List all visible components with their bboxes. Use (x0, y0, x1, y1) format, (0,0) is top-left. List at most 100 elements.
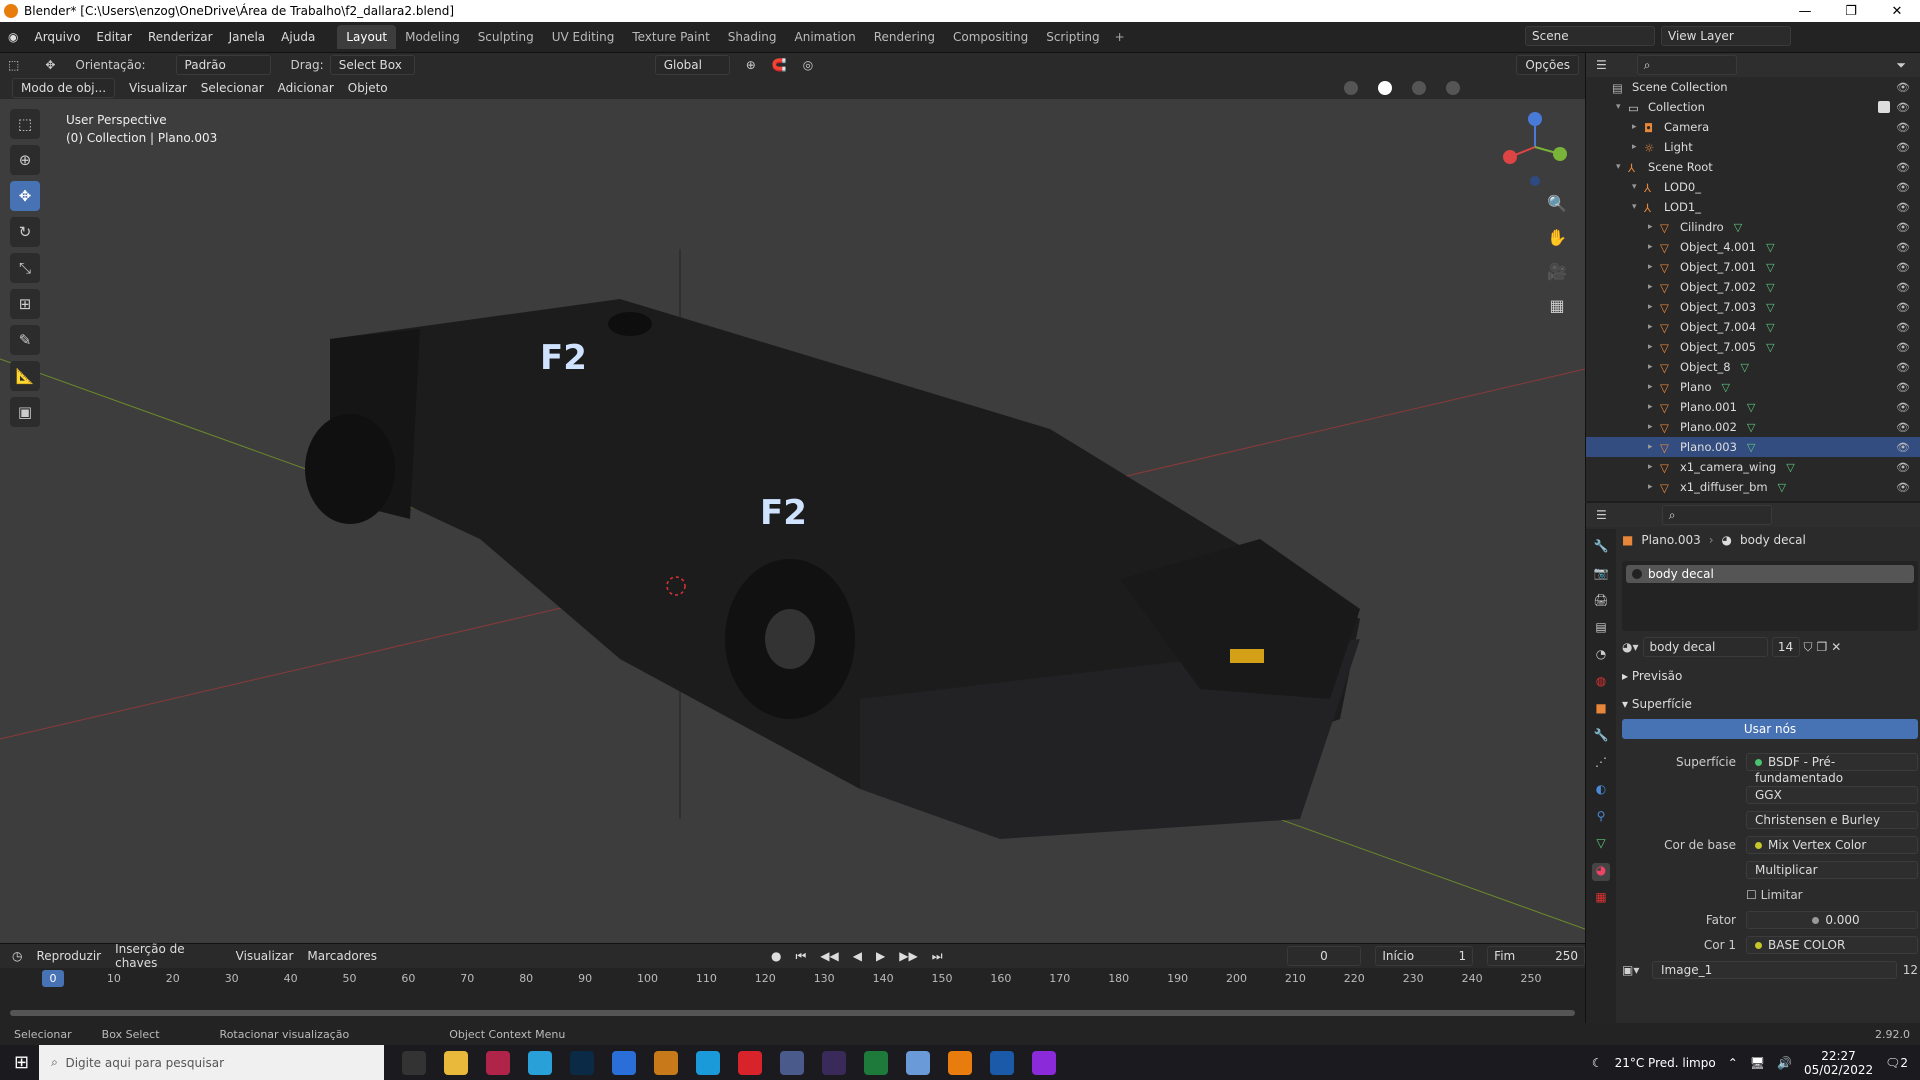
outliner-row[interactable]: ▸ ▽ Object_4.001 ▽ 👁 (1586, 237, 1920, 257)
workspace-tab[interactable]: Compositing (944, 25, 1037, 49)
outliner-row[interactable]: ▸ ▽ Object_7.003 ▽ 👁 (1586, 297, 1920, 317)
pan-hand-icon[interactable]: ✋ (1545, 228, 1569, 252)
expand-toggle-icon[interactable]: ▸ (1648, 382, 1660, 392)
expand-toggle-icon[interactable]: ▸ (1648, 402, 1660, 412)
excel-icon[interactable] (864, 1050, 889, 1075)
expand-toggle-icon[interactable]: ▸ (1648, 482, 1660, 492)
modifier-tab-icon[interactable]: 🔧 (1592, 728, 1610, 746)
add-workspace-icon[interactable]: + (1115, 30, 1125, 44)
visibility-eye-icon[interactable]: 👁 (1896, 141, 1910, 154)
blender-menu-icon[interactable]: ◉ (8, 30, 18, 44)
image-browse-icon[interactable]: ▣▾ (1622, 963, 1652, 977)
grid-view-icon[interactable]: ▦ (1545, 296, 1569, 320)
game-app-icon[interactable] (654, 1050, 679, 1075)
timeline-ruler[interactable]: 0 10 20 30 40 50 60 70 80 90 100 110 120 130 140 150 16… (0, 968, 1585, 990)
outliner-row[interactable]: ▸ ▽ Object_8 ▽ 👁 (1586, 357, 1920, 377)
outliner-row[interactable]: ▸ ▽ x1_camera_wing ▽ 👁 (1586, 457, 1920, 477)
outliner-search-input[interactable]: ⌕ (1636, 55, 1737, 75)
visibility-eye-icon[interactable]: 👁 (1896, 201, 1910, 214)
visibility-eye-icon[interactable]: 👁 (1896, 281, 1910, 294)
material-slot[interactable]: body decal (1626, 565, 1914, 583)
visibility-eye-icon[interactable]: 👁 (1896, 321, 1910, 334)
start-frame-field[interactable]: Início 1 (1375, 946, 1474, 966)
texture-tab-icon[interactable]: ▦ (1592, 890, 1610, 908)
properties-type-icon[interactable]: ☰ (1596, 508, 1607, 522)
end-frame-field[interactable]: Fim 250 (1487, 946, 1586, 966)
mesh-data-icon[interactable]: ▽ (1766, 241, 1774, 254)
workspace-tab[interactable]: Layout (337, 25, 397, 49)
world-tab-icon[interactable]: ◍ (1592, 674, 1610, 692)
visibility-eye-icon[interactable]: 👁 (1896, 241, 1910, 254)
outliner-row[interactable]: ▸ ▽ Plano ▽ 👁 (1586, 377, 1920, 397)
photoshop-icon[interactable] (570, 1050, 595, 1075)
3d-viewport[interactable]: F2 F2 User Perspective (0) Collection | … (0, 99, 1585, 943)
workspace-tab[interactable]: Sculpting (469, 25, 543, 49)
expand-toggle-icon[interactable]: ▸ (1648, 322, 1660, 332)
blend-mode-dropdown[interactable]: Multiplicar (1746, 861, 1918, 879)
menu-marcadores[interactable]: Marcadores (307, 949, 377, 963)
close-icon[interactable]: ✕ (1874, 4, 1920, 19)
menu-item[interactable]: Arquivo (26, 30, 88, 44)
move-tool-icon[interactable]: ✥ (45, 58, 55, 72)
expand-toggle-icon[interactable]: ▸ (1648, 462, 1660, 472)
particles-tab-icon[interactable]: ⋰ (1592, 755, 1610, 773)
add-cube-tool-icon[interactable]: ▣ (10, 397, 40, 427)
outliner-row[interactable]: ▸ ☼ Light 👁 (1586, 137, 1920, 157)
expand-toggle-icon[interactable]: ▾ (1632, 182, 1644, 192)
outliner-row[interactable]: ▾ ⅄ LOD0_ 👁 (1586, 177, 1920, 197)
mesh-data-icon[interactable]: ▽ (1734, 221, 1742, 234)
visibility-eye-icon[interactable]: 👁 (1896, 81, 1910, 94)
menu-adicionar[interactable]: Adicionar (278, 81, 334, 95)
task-view-icon[interactable] (402, 1050, 427, 1075)
opera-icon[interactable] (738, 1050, 763, 1075)
menu-item[interactable]: Janela (221, 30, 274, 44)
mesh-data-icon[interactable]: ▽ (1741, 361, 1749, 374)
data-tab-icon[interactable]: ▽ (1592, 836, 1610, 854)
workspace-tab[interactable]: Animation (786, 25, 865, 49)
subsurface-method-dropdown[interactable]: Christensen e Burley (1746, 811, 1918, 829)
menu-item[interactable]: Renderizar (140, 30, 221, 44)
filter-icon[interactable]: ⏷ (1896, 58, 1906, 73)
menu-selecionar[interactable]: Selecionar (201, 81, 264, 95)
options-dropdown[interactable]: Opções (1516, 55, 1579, 75)
expand-toggle-icon[interactable]: ▾ (1616, 102, 1628, 112)
zoom-icon[interactable]: 🔍 (1545, 194, 1569, 218)
drag-dropdown[interactable]: Select Box (329, 55, 415, 75)
workspace-tab[interactable]: Scripting (1037, 25, 1108, 49)
orientation-dropdown[interactable]: Padrão (175, 55, 271, 75)
outliner-row[interactable]: ▾ ⅄ Scene Root 👁 (1586, 157, 1920, 177)
expand-toggle-icon[interactable]: ▸ (1648, 242, 1660, 252)
physics-tab-icon[interactable]: ◐ (1592, 782, 1610, 800)
expand-toggle-icon[interactable]: ▸ (1648, 282, 1660, 292)
vegas-icon[interactable] (990, 1050, 1015, 1075)
scale-tool-icon[interactable]: ⤡ (10, 253, 40, 283)
visibility-eye-icon[interactable]: 👁 (1896, 181, 1910, 194)
mesh-data-icon[interactable]: ▽ (1786, 461, 1794, 474)
camera-view-icon[interactable]: 🎥 (1545, 262, 1569, 286)
transform-tool-icon[interactable]: ⊞ (10, 289, 40, 319)
weather-icon[interactable]: ☾ (1592, 1056, 1603, 1070)
outliner-row[interactable]: ▸ ▽ Object_7.005 ▽ 👁 (1586, 337, 1920, 357)
surface-panel-header[interactable]: ▾ Superfície (1622, 695, 1918, 713)
cursor-tool-icon[interactable]: ⊕ (10, 145, 40, 175)
menu-objeto[interactable]: Objeto (348, 81, 388, 95)
view-layer-field[interactable]: View Layer (1661, 26, 1791, 46)
record-icon[interactable]: ● (771, 949, 781, 963)
render-tab-icon[interactable]: 📷 (1592, 566, 1610, 584)
visibility-eye-icon[interactable]: 👁 (1896, 261, 1910, 274)
outliner-row[interactable]: ▸ ▽ Plano.001 ▽ 👁 (1586, 397, 1920, 417)
distribution-dropdown[interactable]: GGX (1746, 786, 1918, 804)
outliner-row[interactable]: ▸ ▽ x1_diffuser_bm ▽ 👁 (1586, 477, 1920, 497)
view-layer-tab-icon[interactable]: ▤ (1592, 620, 1610, 638)
rendered-shading-icon[interactable] (1446, 81, 1460, 95)
material-shading-icon[interactable] (1412, 81, 1426, 95)
mesh-data-icon[interactable]: ▽ (1766, 261, 1774, 274)
unlink-material-icon[interactable]: ✕ (1831, 640, 1841, 654)
file-explorer-icon[interactable] (444, 1050, 469, 1075)
mesh-data-icon[interactable]: ▽ (1766, 301, 1774, 314)
workspace-tab[interactable]: UV Editing (543, 25, 624, 49)
scene-field[interactable]: Scene (1525, 26, 1655, 46)
outliner-row[interactable]: ▾ ⅄ LOD1_ 👁 (1586, 197, 1920, 217)
visibility-eye-icon[interactable]: 👁 (1896, 341, 1910, 354)
expand-toggle-icon[interactable]: ▸ (1648, 422, 1660, 432)
